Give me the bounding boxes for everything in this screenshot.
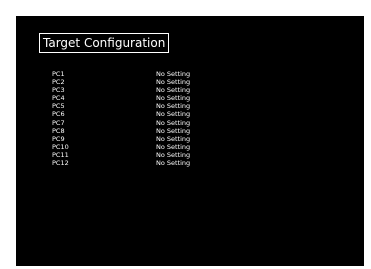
target-name: PC12 [52, 159, 69, 168]
target-setting: No Setting [156, 159, 191, 168]
target-row-pc10[interactable]: PC10 No Setting [52, 143, 212, 151]
target-setting: No Setting [156, 150, 191, 159]
target-row-pc12[interactable]: PC12 No Setting [52, 159, 212, 167]
target-row-pc6[interactable]: PC6 No Setting [52, 110, 212, 118]
target-setting: No Setting [156, 78, 191, 87]
target-setting: No Setting [156, 70, 191, 78]
target-setting: No Setting [156, 142, 191, 151]
target-setting: No Setting [156, 134, 191, 143]
target-name: PC1 [52, 70, 65, 78]
target-setting: No Setting [156, 94, 191, 103]
target-name: PC4 [52, 94, 65, 103]
target-name: PC9 [52, 134, 65, 143]
target-row-pc11[interactable]: PC11 No Setting [52, 151, 212, 159]
target-row-pc3[interactable]: PC3 No Setting [52, 86, 212, 94]
target-row-pc7[interactable]: PC7 No Setting [52, 119, 212, 127]
target-setting: No Setting [156, 118, 191, 127]
osd-screen: Target Configuration PC1 No Setting PC2 … [16, 16, 364, 266]
target-row-pc8[interactable]: PC8 No Setting [52, 127, 212, 135]
target-setting: No Setting [156, 110, 191, 119]
target-name: PC7 [52, 118, 65, 127]
target-name: PC11 [52, 150, 69, 159]
target-name: PC10 [52, 142, 69, 151]
target-name: PC2 [52, 78, 65, 87]
target-name: PC5 [52, 102, 65, 111]
target-row-pc2[interactable]: PC2 No Setting [52, 78, 212, 86]
target-name: PC3 [52, 86, 65, 95]
target-row-pc4[interactable]: PC4 No Setting [52, 94, 212, 102]
target-list: PC1 No Setting PC2 No Setting PC3 No Set… [52, 70, 212, 167]
target-row-pc1[interactable]: PC1 No Setting [52, 70, 212, 78]
target-row-pc5[interactable]: PC5 No Setting [52, 102, 212, 110]
target-setting: No Setting [156, 102, 191, 111]
target-row-pc9[interactable]: PC9 No Setting [52, 135, 212, 143]
target-name: PC6 [52, 110, 65, 119]
target-setting: No Setting [156, 126, 191, 135]
page-title: Target Configuration [39, 33, 170, 53]
target-name: PC8 [52, 126, 65, 135]
target-setting: No Setting [156, 86, 191, 95]
